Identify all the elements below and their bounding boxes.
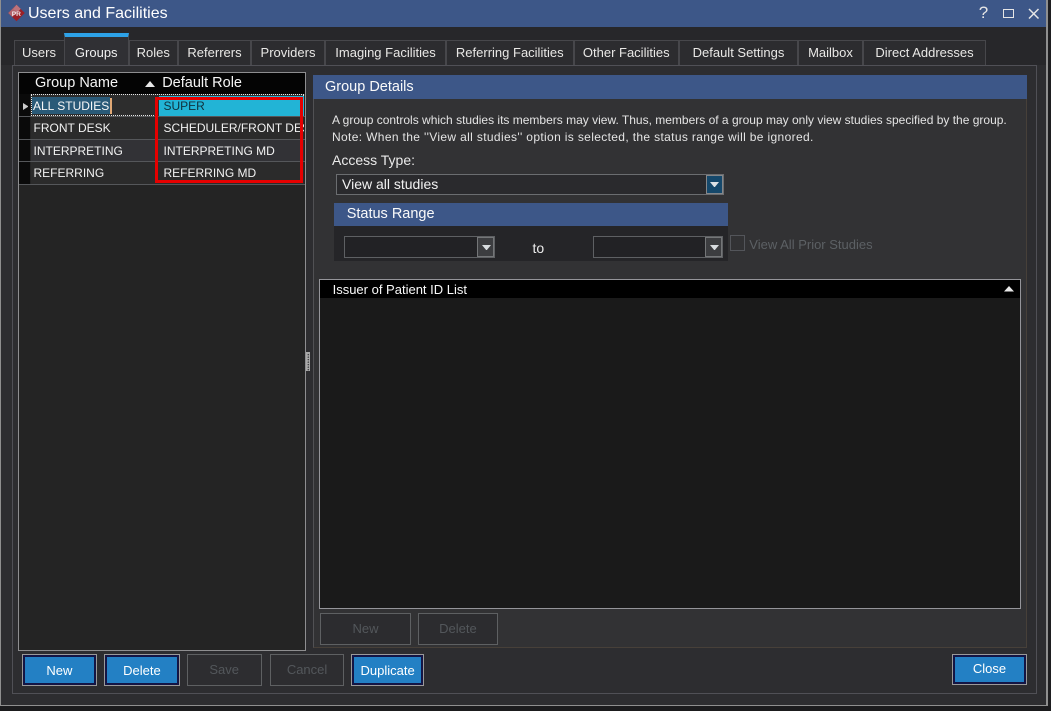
svg-text:PR: PR xyxy=(12,11,21,18)
